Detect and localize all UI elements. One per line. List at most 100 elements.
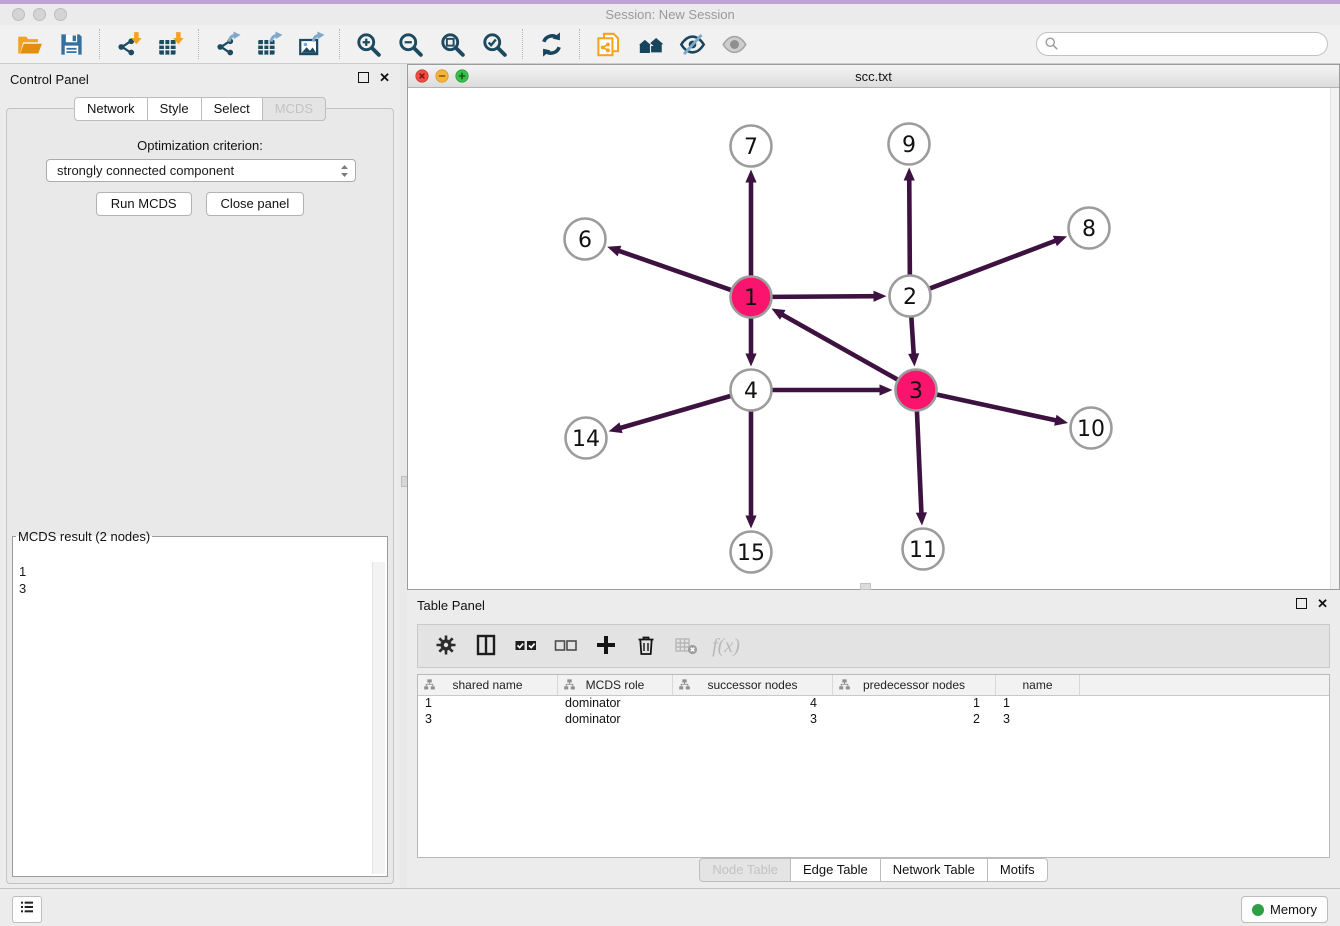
- node-9[interactable]: 9: [889, 124, 930, 165]
- edge-1-6[interactable]: [607, 246, 731, 290]
- table-cell-successor-nodes[interactable]: 4: [673, 696, 833, 712]
- zoom-fit-button[interactable]: [431, 28, 473, 60]
- column-header-name[interactable]: name: [996, 675, 1080, 695]
- table-cell-name[interactable]: 3: [996, 712, 1080, 728]
- export-table-button[interactable]: [248, 28, 290, 60]
- import-network-button[interactable]: [107, 28, 149, 60]
- mcds-result-list[interactable]: 13: [15, 562, 385, 874]
- new-network-from-selection-button[interactable]: [587, 28, 629, 60]
- tab-select[interactable]: Select: [201, 97, 262, 121]
- function-builder-button[interactable]: f(x): [708, 629, 744, 663]
- edge-1-2[interactable]: [772, 291, 887, 302]
- export-image-button[interactable]: [290, 28, 332, 60]
- select-all-columns-button[interactable]: [508, 629, 544, 663]
- export-table-icon: [256, 31, 283, 58]
- tab-node-table[interactable]: Node Table: [699, 858, 790, 882]
- open-folder-icon: [16, 31, 43, 58]
- node-7[interactable]: 7: [731, 126, 772, 167]
- edge-2-8[interactable]: [930, 236, 1067, 289]
- edge-3-10[interactable]: [937, 394, 1069, 425]
- tab-style[interactable]: Style: [147, 97, 201, 121]
- node-4[interactable]: 4: [731, 370, 772, 411]
- criterion-value: strongly connected component: [57, 163, 234, 178]
- edge-2-9[interactable]: [904, 167, 915, 275]
- tab-mcds[interactable]: MCDS: [262, 97, 326, 121]
- apply-layout-button[interactable]: [530, 28, 572, 60]
- table-cell-predecessor-nodes[interactable]: 1: [833, 696, 996, 712]
- tab-edge-table[interactable]: Edge Table: [790, 858, 880, 882]
- edge-3-11[interactable]: [916, 411, 927, 526]
- import-table-button[interactable]: [149, 28, 191, 60]
- edge-2-3[interactable]: [908, 317, 919, 367]
- close-panel-button[interactable]: ✕: [379, 72, 390, 83]
- run-mcds-button[interactable]: Run MCDS: [96, 192, 192, 216]
- edge-4-15[interactable]: [745, 411, 756, 529]
- close-mcds-panel-button[interactable]: Close panel: [206, 192, 305, 216]
- table-cell-shared-name[interactable]: 3: [418, 712, 558, 728]
- delete-table-button[interactable]: [668, 629, 704, 663]
- clone-network-icon: [595, 31, 622, 58]
- hide-selected-button[interactable]: [671, 28, 713, 60]
- column-header-successor-nodes[interactable]: successor nodes: [673, 675, 833, 695]
- table-cell-name[interactable]: 1: [996, 696, 1080, 712]
- network-window-titlebar[interactable]: scc.txt: [408, 65, 1339, 88]
- show-all-button[interactable]: [713, 28, 755, 60]
- node-1[interactable]: 1: [731, 277, 772, 318]
- edge-1-7[interactable]: [745, 170, 756, 277]
- node-6[interactable]: 6: [565, 219, 606, 260]
- edge-4-14[interactable]: [609, 396, 731, 433]
- node-2[interactable]: 2: [890, 276, 931, 317]
- status-list-button[interactable]: [12, 896, 42, 923]
- node-3[interactable]: 3: [896, 370, 937, 411]
- float-panel-button[interactable]: [358, 72, 369, 83]
- close-table-panel-button[interactable]: ✕: [1317, 598, 1328, 609]
- table-row[interactable]: 1dominator411: [418, 696, 1329, 712]
- criterion-select[interactable]: strongly connected component: [46, 159, 356, 182]
- memory-button[interactable]: Memory: [1241, 896, 1328, 923]
- table-cell-successor-nodes[interactable]: 3: [673, 712, 833, 728]
- network-canvas[interactable]: 7 9 6 8 1 2 4 3 14 10 15 11: [408, 88, 1339, 589]
- zoom-selected-button[interactable]: [473, 28, 515, 60]
- table-row[interactable]: 3dominator323: [418, 712, 1329, 728]
- open-session-button[interactable]: [8, 28, 50, 60]
- column-header-predecessor-nodes[interactable]: predecessor nodes: [833, 675, 996, 695]
- delete-table-icon: [674, 633, 698, 660]
- canvas-splitter-grip[interactable]: [860, 583, 871, 590]
- column-header-MCDS-role[interactable]: MCDS role: [558, 675, 673, 695]
- edge-4-3[interactable]: [772, 384, 893, 395]
- node-14[interactable]: 14: [566, 418, 607, 459]
- table-options-button[interactable]: [428, 629, 464, 663]
- save-session-button[interactable]: [50, 28, 92, 60]
- zoom-in-button[interactable]: [347, 28, 389, 60]
- float-table-panel-button[interactable]: [1296, 598, 1307, 609]
- mcds-result-line: 1: [19, 563, 381, 580]
- tab-motifs[interactable]: Motifs: [987, 858, 1048, 882]
- first-neighbors-button[interactable]: [629, 28, 671, 60]
- svg-text:2: 2: [903, 285, 917, 310]
- delete-column-button[interactable]: [628, 629, 664, 663]
- table-cell-MCDS-role[interactable]: dominator: [558, 712, 673, 728]
- column-header-shared-name[interactable]: shared name: [418, 675, 558, 695]
- table-cell-predecessor-nodes[interactable]: 2: [833, 712, 996, 728]
- node-11[interactable]: 11: [903, 529, 944, 570]
- edge-1-4[interactable]: [745, 318, 756, 367]
- export-network-button[interactable]: [206, 28, 248, 60]
- tab-network[interactable]: Network: [74, 97, 147, 121]
- svg-text:4: 4: [744, 379, 758, 404]
- search-input[interactable]: [1036, 32, 1328, 56]
- create-column-button[interactable]: [588, 629, 624, 663]
- tab-network-table[interactable]: Network Table: [880, 858, 987, 882]
- panel-splitter[interactable]: [400, 64, 407, 888]
- table-cell-MCDS-role[interactable]: dominator: [558, 696, 673, 712]
- network-scrollbar[interactable]: [1330, 88, 1339, 589]
- show-column-button[interactable]: [468, 629, 504, 663]
- deselect-all-icon: [554, 633, 578, 660]
- result-scrollbar[interactable]: [372, 562, 385, 874]
- node-8[interactable]: 8: [1069, 208, 1110, 249]
- edge-3-1[interactable]: [771, 309, 897, 380]
- unselect-all-columns-button[interactable]: [548, 629, 584, 663]
- table-cell-shared-name[interactable]: 1: [418, 696, 558, 712]
- node-10[interactable]: 10: [1071, 408, 1112, 449]
- node-15[interactable]: 15: [731, 532, 772, 573]
- zoom-out-button[interactable]: [389, 28, 431, 60]
